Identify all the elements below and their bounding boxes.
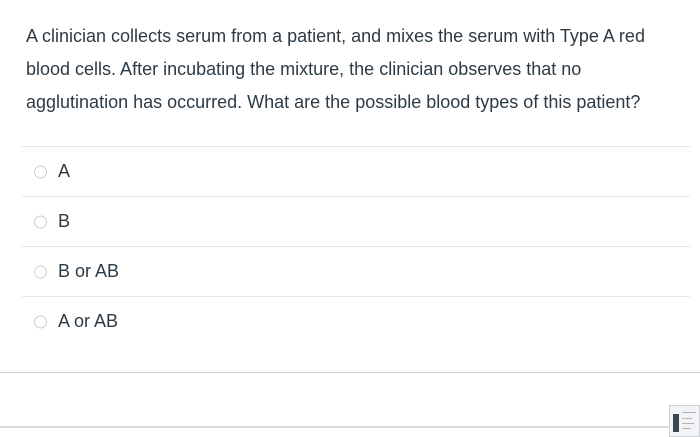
answer-label: B or AB: [58, 261, 120, 281]
answer-option-b-or-ab[interactable]: B or AB: [22, 247, 690, 297]
answer-option-b[interactable]: B: [22, 197, 690, 247]
thumbnail-line: [682, 418, 692, 419]
answer-option-a-or-ab[interactable]: A or AB: [22, 297, 690, 346]
radio-button[interactable]: [34, 165, 47, 178]
thumbnail-line: [682, 412, 696, 413]
answer-list: A B B or AB A or AB: [22, 146, 690, 346]
answer-label: A: [58, 161, 71, 181]
radio-button[interactable]: [34, 315, 47, 328]
bottom-border: [0, 426, 670, 428]
radio-button[interactable]: [34, 215, 47, 228]
footer-divider: [0, 372, 700, 373]
radio-button[interactable]: [34, 265, 47, 278]
answer-label: A or AB: [58, 311, 119, 331]
thumbnail-sidebar-graphic: [673, 414, 679, 432]
thumbnail-line: [682, 428, 691, 429]
thumbnail-line: [682, 423, 694, 424]
answer-label: B: [58, 211, 71, 231]
answer-option-a[interactable]: A: [22, 147, 690, 197]
page-thumbnail[interactable]: [669, 405, 700, 437]
question-text: A clinician collects serum from a patien…: [26, 26, 645, 112]
